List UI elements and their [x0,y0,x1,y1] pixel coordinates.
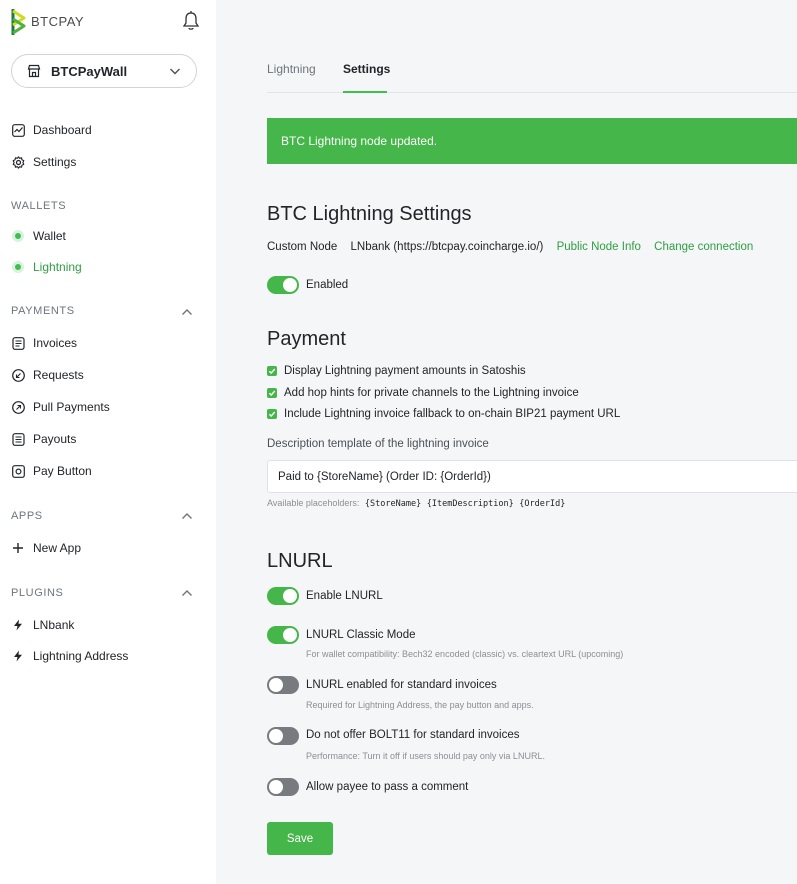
chevron-down-icon [170,68,180,75]
pull-payment-icon [11,400,25,414]
nav-lightning-address[interactable]: Lightning Address [11,645,128,667]
check-hop-hints-label: Add hop hints for private channels to th… [284,387,579,399]
nav-settings[interactable]: Settings [11,151,76,173]
nav-lightning-label: Lightning [33,260,82,274]
lightning-icon [11,649,25,663]
nav-requests-label: Requests [33,368,84,382]
nav-lightning-address-label: Lightning Address [33,649,129,663]
nav-new-app-label: New App [33,541,82,555]
nav-lnbank[interactable]: LNbank [11,614,74,636]
tab-bar: Lightning Settings [267,62,797,93]
nav-pay-button[interactable]: Pay Button [11,460,92,482]
no-bolt11-help: Performance: Turn it off if users should… [306,751,545,761]
payment-title: Payment [267,328,346,350]
save-button[interactable]: Save [267,822,333,855]
store-name: BTCPayWall [51,64,128,79]
lightning-settings-title: BTC Lightning Settings [267,203,472,225]
lnurl-title: LNURL [267,550,333,572]
store-icon [27,64,41,78]
node-name: LNbank (https://btcpay.coincharge.io/) [350,241,544,253]
brand-header: BTCPAY [11,9,201,37]
chevron-up-icon[interactable] [181,589,193,597]
nav-wallet-label: Wallet [33,229,66,243]
status-dot-icon [11,260,25,274]
store-selector[interactable]: BTCPayWall [11,54,197,88]
node-info-row: Custom Node LNbank (https://btcpay.coinc… [267,241,763,253]
nav-lightning[interactable]: Lightning [11,256,82,278]
check-bip21-label: Include Lightning invoice fallback to on… [284,408,621,420]
nav-invoices[interactable]: Invoices [11,332,77,354]
lightning-icon [11,618,25,632]
nav-dashboard-label: Dashboard [33,123,92,137]
section-payments-label: PAYMENTS [11,305,75,317]
payee-comment-toggle[interactable] [267,778,299,796]
sidebar: BTCPAY BTCPayWall Dashboard Settings WAL… [0,0,216,884]
lnurl-standard-invoices-toggle[interactable] [267,676,299,694]
public-node-info-link[interactable]: Public Node Info [557,241,641,253]
tab-settings[interactable]: Settings [343,62,390,93]
chevron-up-icon[interactable] [181,308,193,316]
nav-payouts-label: Payouts [33,432,77,446]
lnurl-classic-label: LNURL Classic Mode [306,629,416,641]
lnurl-classic-toggle[interactable] [267,626,299,644]
nav-pull-payments[interactable]: Pull Payments [11,396,110,418]
node-type: Custom Node [267,241,338,253]
no-bolt11-toggle[interactable] [267,727,299,745]
nav-lnbank-label: LNbank [33,618,75,632]
nav-dashboard[interactable]: Dashboard [11,119,92,141]
check-satoshis: Display Lightning payment amounts in Sat… [267,364,526,378]
dashboard-icon [11,123,25,137]
section-apps-label: APPS [11,510,43,522]
chevron-up-icon[interactable] [181,512,193,520]
request-icon [11,368,25,382]
nav-requests[interactable]: Requests [11,364,84,386]
checkbox-hop-hints[interactable] [267,388,277,398]
nav-wallet[interactable]: Wallet [11,225,66,247]
description-template-input[interactable] [267,460,797,493]
placeholder-orderid: {OrderId} [519,499,566,509]
main-content: Lightning Settings BTC Lightning node up… [216,0,797,884]
section-wallets-label: WALLETS [11,200,67,212]
placeholder-storename: {StoreName} [364,499,422,509]
placeholders-help: Available placeholders: {StoreName} {Ite… [267,498,565,509]
tab-lightning[interactable]: Lightning [267,62,316,93]
enabled-toggle[interactable] [267,276,299,294]
nav-pull-payments-label: Pull Payments [33,400,110,414]
enable-lnurl-label: Enable LNURL [306,590,383,602]
lnurl-classic-help: For wallet compatibility: Bech32 encoded… [306,649,624,659]
status-dot-icon [11,229,25,243]
nav-pay-button-label: Pay Button [33,464,92,478]
check-hop-hints: Add hop hints for private channels to th… [267,386,579,400]
gear-icon [11,155,25,169]
checkbox-satoshis[interactable] [267,366,277,376]
invoice-icon [11,336,25,350]
change-connection-link[interactable]: Change connection [654,241,753,253]
bell-icon[interactable] [181,10,201,32]
description-template-label: Description template of the lightning in… [267,438,489,450]
btcpay-logo-icon[interactable] [11,9,27,35]
check-satoshis-label: Display Lightning payment amounts in Sat… [284,365,526,377]
lnurl-standard-invoices-help: Required for Lightning Address, the pay … [306,700,534,710]
placeholders-label: Available placeholders: [267,498,360,508]
nav-settings-label: Settings [33,155,77,169]
brand-name: BTCPAY [31,14,85,29]
lnurl-standard-invoices-label: LNURL enabled for standard invoices [306,679,497,691]
section-plugins-label: PLUGINS [11,587,64,599]
payee-comment-label: Allow payee to pass a comment [306,781,469,793]
plus-icon [11,541,25,555]
checkbox-bip21[interactable] [267,409,277,419]
nav-new-app[interactable]: New App [11,537,81,559]
payout-icon [11,432,25,446]
nav-payouts[interactable]: Payouts [11,428,76,450]
check-bip21: Include Lightning invoice fallback to on… [267,407,620,421]
placeholder-itemdescription: {ItemDescription} [426,499,514,509]
no-bolt11-label: Do not offer BOLT11 for standard invoice… [306,729,520,741]
enable-lnurl-toggle[interactable] [267,587,299,605]
success-alert: BTC Lightning node updated. [267,118,797,164]
nav-invoices-label: Invoices [33,336,78,350]
enabled-label: Enabled [306,279,349,291]
pay-button-icon [11,464,25,478]
